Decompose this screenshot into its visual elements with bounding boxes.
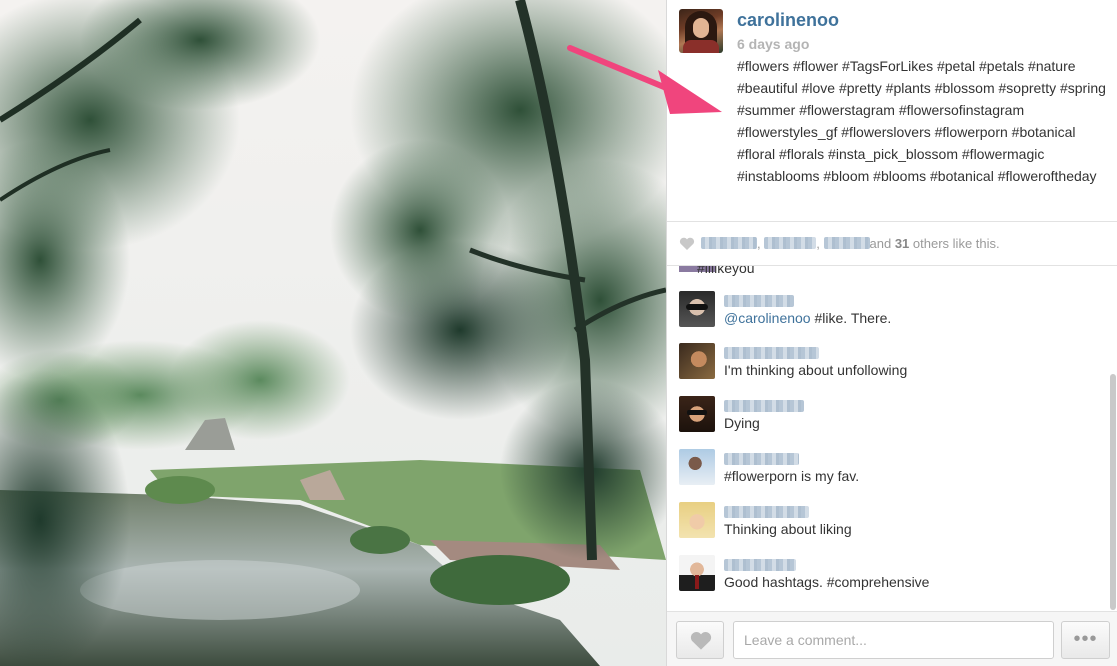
heart-icon [679,237,695,250]
likes-summary: , , and 31 others like this. [667,222,1117,266]
commenter-name-redacted[interactable] [724,504,809,522]
like-button[interactable] [676,621,724,659]
list-item: Dying [667,396,1107,448]
comment-text: @carolinenoo #like. There. [724,310,892,326]
list-item: #flowerporn is my fav. [667,449,1107,501]
comment-text: Dying [724,415,760,431]
commenter-name-redacted[interactable] [724,345,819,363]
post-timestamp: 6 days ago [737,36,810,52]
comment-text: I'm thinking about unfollowing [724,362,908,378]
commenter-name-redacted[interactable] [724,557,796,575]
comment-composer: ••• [667,611,1117,666]
comment-text: #flowerporn is my fav. [724,468,860,484]
avatar[interactable] [679,449,715,485]
list-item: @carolinenoo #like. There. [667,291,1107,343]
liker-name-redacted[interactable] [823,237,870,249]
list-item: Thinking about liking [667,502,1107,554]
post-caption: #flowers #flower #TagsForLikes #petal #p… [737,58,1106,184]
post-header: carolinenoo 6 days ago #flowers #flower … [667,0,1117,222]
avatar[interactable] [679,343,715,379]
avatar[interactable] [679,396,715,432]
liker-name-redacted[interactable] [701,237,757,249]
avatar[interactable] [679,555,715,591]
liker-name-redacted[interactable] [764,237,817,249]
avatar[interactable] [679,291,715,327]
list-item: Good hashtags. #comprehensive [667,555,1107,607]
likes-and: and [869,236,892,251]
avatar[interactable] [679,502,715,538]
comment-text: Thinking about liking [724,521,852,537]
comment-text: Good hashtags. #comprehensive [724,574,930,590]
comments-list: #ililkeyou @carolinenoo #like. There. I'… [667,266,1117,611]
likes-count[interactable]: 31 [895,236,909,251]
author-username[interactable]: carolinenoo [737,10,839,31]
more-options-button[interactable]: ••• [1061,621,1110,659]
commenter-name-redacted[interactable] [724,293,794,311]
ellipsis-icon: ••• [1073,628,1098,650]
commenter-name-redacted[interactable] [724,398,804,416]
pink-arrow-icon [567,45,722,114]
heart-icon [690,632,712,650]
comment-text: #ililkeyou [697,266,755,276]
commenter-name-redacted[interactable] [724,451,799,469]
likes-text: , , and 31 others like this. [701,236,1000,251]
post-details-panel: carolinenoo 6 days ago #flowers #flower … [666,0,1117,666]
list-item: I'm thinking about unfollowing [667,343,1107,395]
comment-input[interactable] [733,621,1054,659]
comments-scrollbar[interactable] [1110,374,1116,610]
likes-suffix: others like this. [912,236,1000,251]
